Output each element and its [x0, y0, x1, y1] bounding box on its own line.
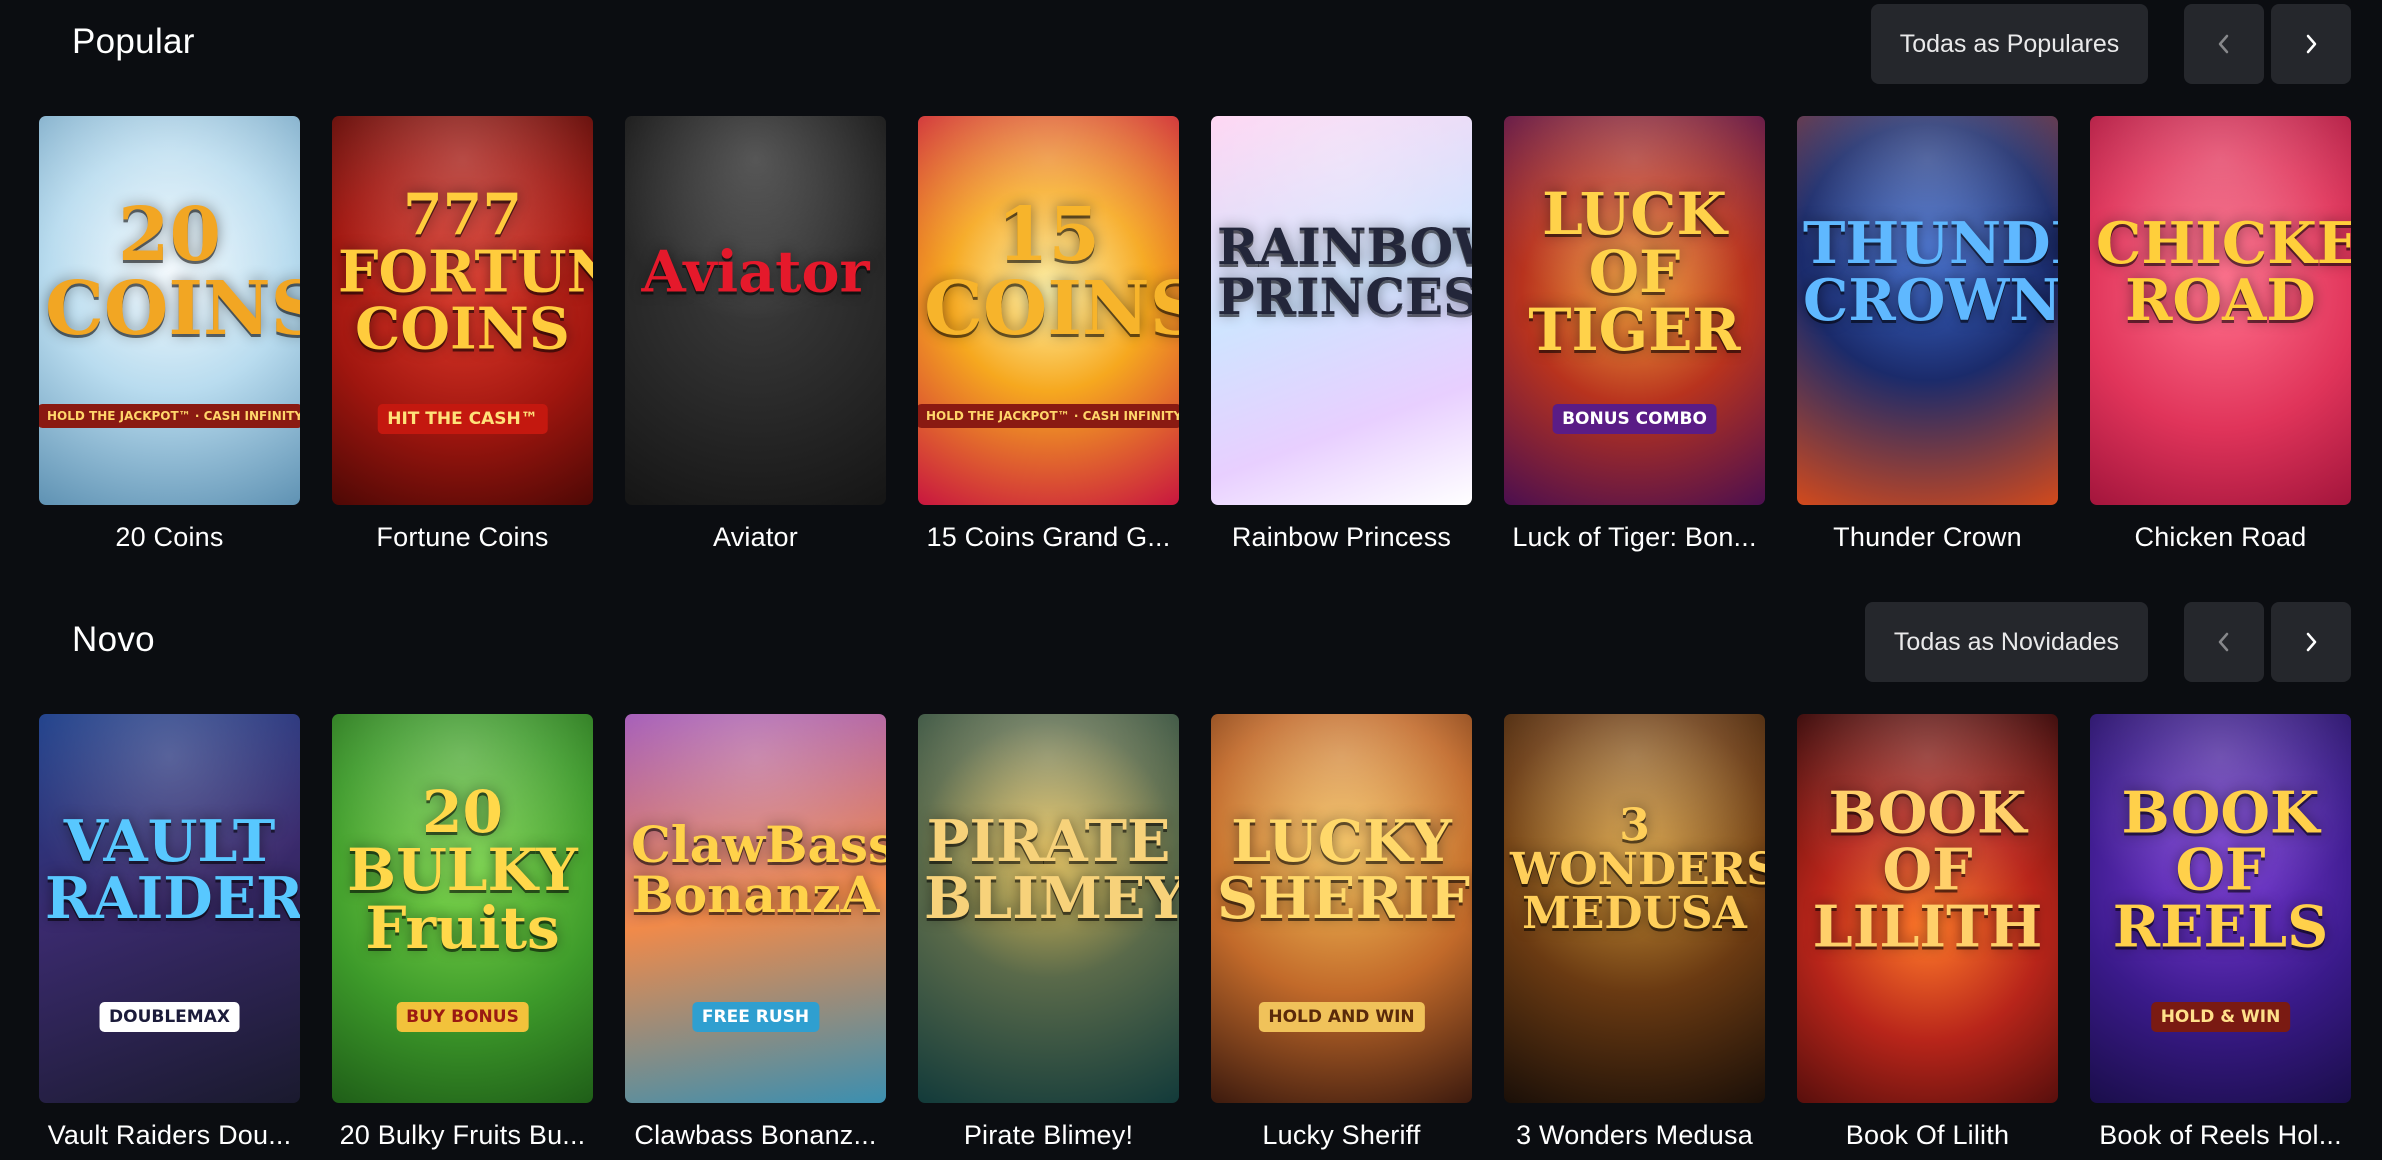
game-card[interactable]: CHICKEN ROAD Chicken Road: [2090, 116, 2351, 552]
game-art-title: BOOK OF LILITH: [1812, 779, 2043, 961]
game-art-subtitle: HOLD THE JACKPOT™ · CASH INFINITY™: [39, 403, 300, 428]
game-title[interactable]: Lucky Sheriff: [1211, 1120, 1472, 1151]
game-art-title: RAINBOW PRINCESS: [1217, 216, 1472, 326]
game-card[interactable]: LUCKY SHERIFF HOLD AND WIN Lucky Sheriff: [1211, 714, 1472, 1150]
game-title[interactable]: Thunder Crown: [1797, 522, 2058, 553]
game-thumbnail[interactable]: BOOK OF REELS HOLD & WIN: [2090, 714, 2351, 1103]
game-thumbnail[interactable]: THUNDER CROWN: [1797, 116, 2058, 505]
game-title[interactable]: 15 Coins Grand G...: [918, 522, 1179, 553]
section-title-popular: Popular: [72, 22, 195, 61]
novo-next-button[interactable]: [2271, 602, 2351, 682]
game-art-title: CHICKEN ROAD: [2096, 209, 2351, 334]
all-popular-button[interactable]: Todas as Populares: [1871, 4, 2148, 84]
chevron-left-icon: [2218, 34, 2229, 54]
game-thumbnail[interactable]: LUCKY SHERIFF HOLD AND WIN: [1211, 714, 1472, 1103]
game-card[interactable]: VAULT RAIDERS DOUBLEMAX Vault Raiders Dou.…: [39, 714, 300, 1150]
game-thumbnail[interactable]: CHICKEN ROAD: [2090, 116, 2351, 505]
chevron-right-icon: [2306, 34, 2317, 54]
game-card[interactable]: 3 WONDERS MEDUSA 3 Wonders Medusa: [1504, 714, 1765, 1150]
game-thumbnail[interactable]: ClawBass BonanzA FREE RUSH: [625, 714, 886, 1103]
game-card[interactable]: 15 COINS HOLD THE JACKPOT™ · CASH INFINIT…: [918, 116, 1179, 552]
game-title[interactable]: Aviator: [625, 522, 886, 553]
game-art-title: 15 COINS: [924, 191, 1179, 352]
game-title[interactable]: Pirate Blimey!: [918, 1120, 1179, 1151]
game-title[interactable]: 3 Wonders Medusa: [1504, 1120, 1765, 1151]
game-art-subtitle: FREE RUSH: [691, 1001, 820, 1032]
game-art-title: Aviator: [641, 238, 870, 306]
game-art-subtitle: HOLD THE JACKPOT™ · CASH INFINITY™: [918, 403, 1179, 428]
game-thumbnail[interactable]: 20 COINS HOLD THE JACKPOT™ · CASH INFINIT…: [39, 116, 300, 505]
game-art-title: 20 BULKY Fruits: [347, 777, 578, 962]
game-thumbnail[interactable]: VAULT RAIDERS DOUBLEMAX: [39, 714, 300, 1103]
game-title[interactable]: Clawbass Bonanz...: [625, 1120, 886, 1151]
game-card[interactable]: LUCK OF TIGER BONUS COMBO Luck of Tiger: B…: [1504, 116, 1765, 552]
game-card[interactable]: 20 BULKY Fruits BUY BONUS 20 Bulky Fruits …: [332, 714, 593, 1150]
popular-games-grid: 20 COINS HOLD THE JACKPOT™ · CASH INFINIT…: [39, 116, 2352, 556]
game-art-title: 777 FORTUNE COINS: [338, 181, 593, 363]
game-title[interactable]: Luck of Tiger: Bon...: [1504, 522, 1765, 553]
art-glow: [625, 116, 886, 350]
chevron-left-icon: [2218, 632, 2229, 652]
game-thumbnail[interactable]: 777 FORTUNE COINS HIT THE CASH™: [332, 116, 593, 505]
game-title[interactable]: Rainbow Princess: [1211, 522, 1472, 553]
game-art-subtitle: BUY BONUS: [396, 1001, 529, 1032]
game-card[interactable]: 777 FORTUNE COINS HIT THE CASH™ Fortune Co…: [332, 116, 593, 552]
popular-prev-button[interactable]: [2184, 4, 2264, 84]
game-title[interactable]: 20 Bulky Fruits Bu...: [332, 1120, 593, 1151]
game-thumbnail[interactable]: Aviator: [625, 116, 886, 505]
game-title[interactable]: 20 Coins: [39, 522, 300, 553]
game-thumbnail[interactable]: 20 BULKY Fruits BUY BONUS: [332, 714, 593, 1103]
game-art-subtitle: DOUBLEMAX: [99, 1001, 240, 1032]
game-art-title: 3 WONDERS MEDUSA: [1510, 799, 1765, 939]
novo-games-grid: VAULT RAIDERS DOUBLEMAX Vault Raiders Dou.…: [39, 714, 2352, 1154]
game-card[interactable]: BOOK OF LILITH Book Of Lilith: [1797, 714, 2058, 1150]
game-title[interactable]: Chicken Road: [2090, 522, 2351, 553]
game-art-title: THUNDER CROWN: [1803, 209, 2058, 334]
game-thumbnail[interactable]: LUCK OF TIGER BONUS COMBO: [1504, 116, 1765, 505]
game-card[interactable]: RAINBOW PRINCESS Rainbow Princess: [1211, 116, 1472, 552]
all-novo-button[interactable]: Todas as Novidades: [1865, 602, 2148, 682]
game-art-title: LUCKY SHERIFF: [1217, 807, 1472, 932]
game-title[interactable]: Book of Reels Hol...: [2090, 1120, 2351, 1151]
game-art-title: PIRATE BLIMEY!: [924, 807, 1179, 932]
game-thumbnail[interactable]: BOOK OF LILITH: [1797, 714, 2058, 1103]
game-title[interactable]: Book Of Lilith: [1797, 1120, 2058, 1151]
game-art-title: VAULT RAIDERS: [45, 807, 300, 932]
game-title[interactable]: Fortune Coins: [332, 522, 593, 553]
section-title-novo: Novo: [72, 620, 155, 659]
game-card[interactable]: PIRATE BLIMEY! Pirate Blimey!: [918, 714, 1179, 1150]
game-thumbnail[interactable]: PIRATE BLIMEY!: [918, 714, 1179, 1103]
game-card[interactable]: Aviator Aviator: [625, 116, 886, 552]
game-thumbnail[interactable]: 15 COINS HOLD THE JACKPOT™ · CASH INFINIT…: [918, 116, 1179, 505]
novo-prev-button[interactable]: [2184, 602, 2264, 682]
game-art-title: 20 COINS: [45, 191, 300, 352]
game-card[interactable]: BOOK OF REELS HOLD & WIN Book of Reels Hol…: [2090, 714, 2351, 1150]
game-art-title: ClawBass BonanzA: [631, 814, 886, 924]
game-thumbnail[interactable]: RAINBOW PRINCESS: [1211, 116, 1472, 505]
popular-next-button[interactable]: [2271, 4, 2351, 84]
game-thumbnail[interactable]: 3 WONDERS MEDUSA: [1504, 714, 1765, 1103]
game-card[interactable]: 20 COINS HOLD THE JACKPOT™ · CASH INFINIT…: [39, 116, 300, 552]
game-art-subtitle: BONUS COMBO: [1552, 403, 1717, 434]
game-art-title: LUCK OF TIGER: [1528, 179, 1741, 364]
game-art-subtitle: HOLD & WIN: [2150, 1001, 2291, 1032]
game-card[interactable]: THUNDER CROWN Thunder Crown: [1797, 116, 2058, 552]
game-art-subtitle: HIT THE CASH™: [377, 403, 548, 434]
game-card[interactable]: ClawBass BonanzA FREE RUSH Clawbass Bonanz…: [625, 714, 886, 1150]
game-title[interactable]: Vault Raiders Dou...: [39, 1120, 300, 1151]
chevron-right-icon: [2306, 632, 2317, 652]
game-art-subtitle: HOLD AND WIN: [1258, 1001, 1425, 1032]
game-art-title: BOOK OF REELS: [2112, 779, 2329, 961]
